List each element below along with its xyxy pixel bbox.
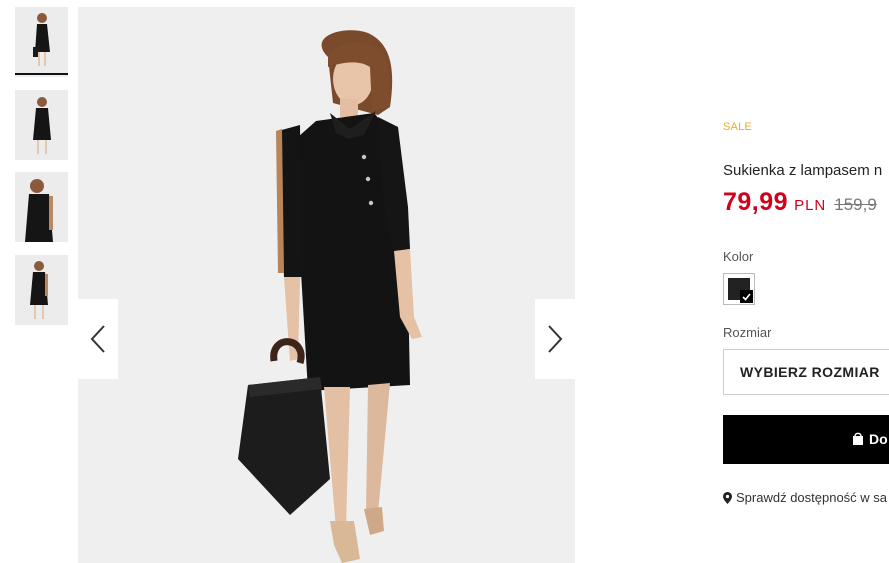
product-title: Sukienka z lampasem n [723, 162, 883, 179]
shopping-bag-icon [853, 432, 863, 445]
size-label: Rozmiar [723, 325, 772, 340]
old-price: 159,9 [834, 195, 877, 214]
chevron-right-icon [548, 325, 563, 353]
store-check-label: Sprawdź dostępność w sa [736, 490, 888, 505]
thumbnail-4[interactable] [15, 255, 68, 325]
color-label: Kolor [723, 249, 754, 264]
checkmark-icon [740, 290, 753, 303]
thumbnail-2[interactable] [15, 90, 68, 160]
next-image-button[interactable] [535, 299, 575, 379]
thumbnail-1[interactable] [15, 7, 68, 77]
chevron-left-icon [90, 325, 105, 353]
product-info-panel: SALE Sukienka z lampasem n 79,99 PLN 159,9… [723, 0, 889, 563]
check-store-availability-link[interactable]: Sprawdź dostępność w sa [723, 490, 887, 505]
main-product-image [78, 7, 575, 563]
size-select-placeholder: WYBIERZ ROZMIAR [740, 364, 880, 380]
thumbnail-3[interactable] [15, 172, 68, 242]
active-indicator [15, 73, 68, 75]
sale-badge: SALE [723, 121, 752, 133]
previous-image-button[interactable] [78, 299, 118, 379]
color-swatch-black[interactable] [723, 273, 755, 305]
price-row: 79,99 PLN 159,9 [723, 188, 877, 217]
add-to-cart-button[interactable]: Do [723, 415, 889, 464]
current-price: 79,99 [723, 188, 789, 216]
size-select[interactable]: WYBIERZ ROZMIAR [723, 349, 889, 395]
add-to-cart-label: Do [869, 431, 888, 447]
price-currency: PLN [794, 197, 827, 214]
product-photo [78, 7, 575, 563]
location-pin-icon [723, 492, 732, 504]
